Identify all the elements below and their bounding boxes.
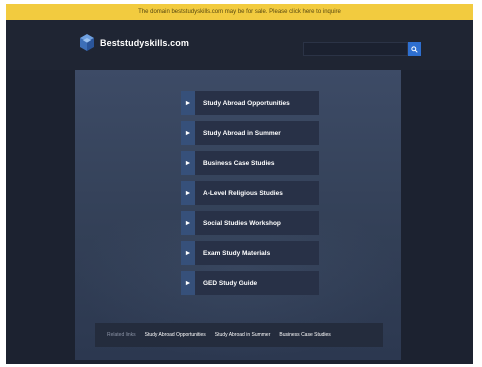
menu-item-business-case-studies[interactable]: ► Business Case Studies (181, 151, 319, 175)
arrow-right-icon: ► (181, 151, 195, 175)
site-header: Beststudyskills.com (6, 20, 473, 70)
arrow-right-icon: ► (181, 121, 195, 145)
page-frame: The domain beststudyskills.com may be fo… (6, 4, 473, 364)
main-panel: ► Study Abroad Opportunities ► Study Abr… (75, 70, 401, 360)
arrow-right-icon: ► (181, 211, 195, 235)
arrow-right-icon: ► (181, 271, 195, 295)
related-links-bar: Related links Study Abroad Opportunities… (95, 323, 383, 347)
arrow-right-icon: ► (181, 241, 195, 265)
domain-sale-banner[interactable]: The domain beststudyskills.com may be fo… (6, 4, 473, 20)
related-links-label: Related links (107, 332, 136, 338)
site-logo[interactable]: Beststudyskills.com (78, 33, 189, 53)
menu-item-social-studies-workshop[interactable]: ► Social Studies Workshop (181, 211, 319, 235)
menu-item-label: A-Level Religious Studies (203, 189, 283, 197)
arrow-right-icon: ► (181, 91, 195, 115)
menu-item-study-abroad-in-summer[interactable]: ► Study Abroad in Summer (181, 121, 319, 145)
search-bar (303, 42, 421, 56)
menu-item-label: Exam Study Materials (203, 249, 271, 257)
menu-item-label: Business Case Studies (203, 159, 275, 167)
menu-item-label: GED Study Guide (203, 279, 258, 287)
search-input[interactable] (303, 42, 408, 56)
menu-item-a-level-religious-studies[interactable]: ► A-Level Religious Studies (181, 181, 319, 205)
menu-item-label: Study Abroad in Summer (203, 129, 281, 137)
menu-item-study-abroad-opportunities[interactable]: ► Study Abroad Opportunities (181, 91, 319, 115)
link-menu: ► Study Abroad Opportunities ► Study Abr… (181, 91, 319, 301)
logo-text: Beststudyskills.com (100, 38, 189, 48)
related-link[interactable]: Study Abroad in Summer (215, 332, 271, 338)
menu-item-label: Study Abroad Opportunities (203, 99, 290, 107)
menu-item-label: Social Studies Workshop (203, 219, 281, 227)
related-link[interactable]: Study Abroad Opportunities (145, 332, 206, 338)
search-icon (411, 45, 418, 53)
arrow-right-icon: ► (181, 181, 195, 205)
related-link[interactable]: Business Case Studies (279, 332, 330, 338)
stacked-cube-logo-icon (80, 34, 94, 51)
menu-item-exam-study-materials[interactable]: ► Exam Study Materials (181, 241, 319, 265)
menu-item-ged-study-guide[interactable]: ► GED Study Guide (181, 271, 319, 295)
banner-text[interactable]: The domain beststudyskills.com may be fo… (138, 9, 341, 15)
search-button[interactable] (408, 42, 421, 56)
